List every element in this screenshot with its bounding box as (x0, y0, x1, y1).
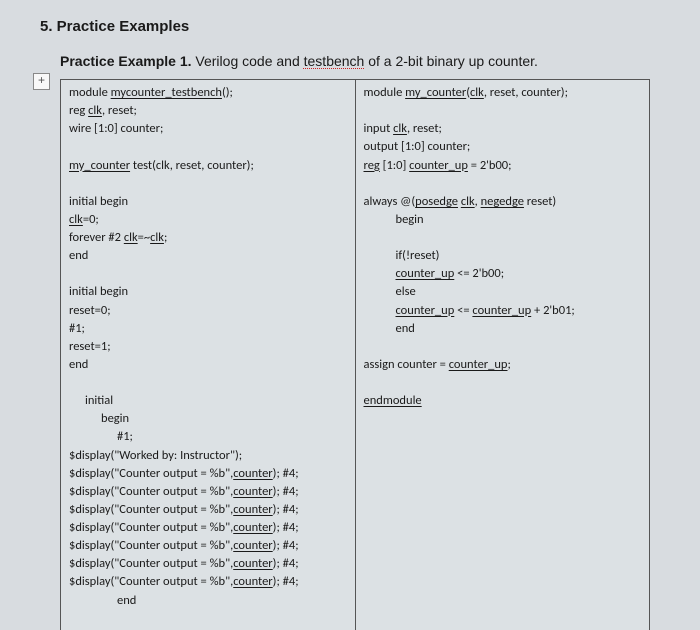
t: reset=1; (69, 338, 347, 356)
t: $display("Worked by: Instructor"); (69, 447, 347, 465)
t: begin (364, 211, 424, 229)
t: counter (233, 556, 272, 571)
section-heading: 5. Practice Examples (40, 18, 672, 35)
code-table: module mycounter_testbench(); reg clk, r… (60, 79, 650, 630)
t: module (69, 85, 111, 100)
t: ); #4; (273, 484, 299, 499)
t: counter_up (396, 266, 455, 281)
t: reset) (524, 194, 556, 209)
t: + 2'b01; (531, 303, 575, 318)
t: begin (69, 410, 129, 428)
expand-icon: + (33, 73, 50, 90)
design-code-cell: module my_counter(clk, reset, counter); … (355, 80, 650, 630)
t: output [1:0] counter; (364, 138, 642, 156)
document-page: + 5. Practice Examples Practice Example … (0, 0, 700, 630)
t: $display("Counter output = %b", (69, 538, 233, 553)
t: end (364, 320, 415, 338)
t: counter (233, 520, 272, 535)
t: counter (233, 538, 272, 553)
t: ); #4; (273, 574, 299, 589)
t: my_counter (69, 158, 130, 173)
t: assign counter = (364, 357, 449, 372)
t: counter (233, 484, 272, 499)
t: clk (69, 212, 83, 227)
t: , reset, counter); (484, 85, 568, 100)
t: end (69, 356, 347, 374)
t: clk (124, 230, 138, 245)
t: $display("Counter output = %b", (69, 574, 233, 589)
t: clk (88, 103, 102, 118)
t: counter (233, 574, 272, 589)
t: $display("Counter output = %b", (69, 484, 233, 499)
t: reg (69, 103, 88, 118)
t: counter (233, 466, 272, 481)
t: $display("Counter output = %b", (69, 466, 233, 481)
t: end (69, 592, 136, 610)
example-desc-a: Verilog code and (192, 53, 304, 69)
example-desc-tb: testbench (304, 53, 365, 69)
t: $display("Counter output = %b", (69, 520, 233, 535)
t: =0; (83, 212, 99, 227)
t: (); (222, 85, 233, 100)
t: ); #4; (273, 520, 299, 535)
t: ; (164, 230, 167, 245)
t: negedge (481, 194, 524, 209)
t: reg (364, 158, 380, 173)
t: clk (461, 194, 475, 209)
example-heading: Practice Example 1. Verilog code and tes… (60, 53, 672, 69)
t: , reset; (407, 121, 442, 136)
t: else (364, 283, 416, 301)
t: ); #4; (273, 538, 299, 553)
t: counter (233, 502, 272, 517)
t: counter_up (472, 303, 531, 318)
example-desc-b: of a 2-bit binary up counter. (364, 53, 538, 69)
t: [1:0] (380, 158, 409, 173)
t: <= 2'b00; (454, 266, 504, 281)
t: forever #2 (69, 230, 124, 245)
t: ); #4; (273, 466, 299, 481)
t: clk (150, 230, 164, 245)
t: ); #4; (273, 556, 299, 571)
example-label: Practice Example 1. (60, 53, 192, 69)
t: reset=0; (69, 302, 347, 320)
t: $display("Counter output = %b", (69, 556, 233, 571)
t: initial begin (69, 193, 347, 211)
t: initial (69, 392, 113, 410)
t: $display("Counter output = %b", (69, 502, 233, 517)
t: wire [1:0] counter; (69, 120, 347, 138)
t: endmodule (364, 393, 422, 408)
t: ; (508, 357, 511, 372)
t: <= (454, 303, 472, 318)
t: , reset; (102, 103, 137, 118)
t: my_counter (405, 85, 466, 100)
t: if(!reset) (364, 247, 440, 265)
t: counter_up (449, 357, 508, 372)
testbench-code-cell: module mycounter_testbench(); reg clk, r… (61, 80, 356, 630)
t: initial begin (69, 283, 347, 301)
t: counter_up (409, 158, 468, 173)
t: clk (393, 121, 407, 136)
t: ); #4; (273, 502, 299, 517)
t: end (69, 247, 347, 265)
t: test(clk, reset, counter); (130, 158, 254, 173)
t: =~ (138, 230, 150, 245)
t: mycounter_testbench (111, 85, 222, 100)
t: clk (470, 85, 484, 100)
t: #1; (69, 320, 347, 338)
t: module (364, 85, 406, 100)
t: input (364, 121, 394, 136)
t: counter_up (396, 303, 455, 318)
t: always @( (364, 194, 416, 209)
t: posedge (415, 194, 458, 209)
t: #1; (69, 428, 133, 446)
t: = 2'b00; (468, 158, 512, 173)
